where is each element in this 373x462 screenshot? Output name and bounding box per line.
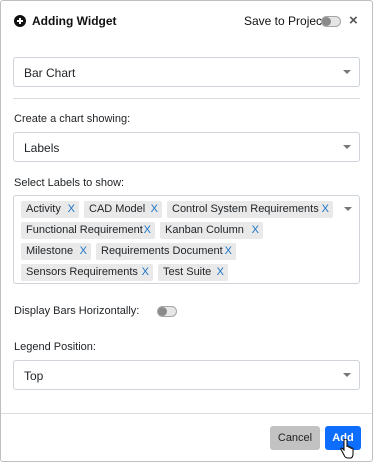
tag-label: Activity bbox=[26, 203, 61, 215]
select-labels-label: Select Labels to show: bbox=[14, 177, 125, 189]
tag-sensors-requirements: Sensors Requirements X bbox=[21, 264, 153, 281]
remove-tag-icon[interactable]: X bbox=[225, 243, 232, 260]
widget-type-value: Bar Chart bbox=[24, 66, 76, 80]
remove-tag-icon[interactable]: X bbox=[322, 201, 329, 218]
remove-tag-icon[interactable]: X bbox=[80, 243, 87, 260]
tag-label: Functional Requirement bbox=[26, 224, 143, 236]
chevron-down-icon[interactable] bbox=[344, 207, 352, 211]
dialog-title: Adding Widget bbox=[32, 14, 117, 28]
chevron-down-icon bbox=[343, 145, 351, 149]
tag-requirements-document: Requirements Document X bbox=[96, 243, 236, 260]
chevron-down-icon bbox=[343, 70, 351, 74]
divider bbox=[13, 98, 360, 99]
tag-label: CAD Model bbox=[89, 203, 146, 215]
tag-label: Milestone bbox=[26, 245, 74, 257]
widget-type-select[interactable]: Bar Chart bbox=[13, 57, 360, 87]
tag-test-suite: Test Suite X bbox=[158, 264, 228, 281]
remove-tag-icon[interactable]: X bbox=[142, 264, 149, 281]
tag-control-system-requirements: Control System Requirements X bbox=[167, 201, 333, 218]
plus-circle-icon bbox=[14, 15, 26, 27]
display-horizontal-label: Display Bars Horizontally: bbox=[14, 305, 140, 317]
cancel-button[interactable]: Cancel bbox=[270, 426, 320, 450]
save-to-project-toggle[interactable] bbox=[321, 16, 341, 27]
chevron-down-icon bbox=[343, 373, 351, 377]
tag-cad-model: CAD Model X bbox=[84, 201, 162, 218]
adding-widget-dialog: Adding Widget Save to Project × Bar Char… bbox=[0, 0, 373, 462]
tag-kanban-column: Kanban Column X bbox=[160, 222, 263, 239]
close-icon[interactable]: × bbox=[349, 13, 358, 28]
toggle-knob bbox=[322, 17, 331, 26]
tag-milestone: Milestone X bbox=[21, 243, 91, 260]
labels-multiselect[interactable]: Activity X CAD Model X Control System Re… bbox=[13, 195, 360, 284]
dialog-header: Adding Widget Save to Project × bbox=[1, 1, 372, 41]
remove-tag-icon[interactable]: X bbox=[144, 222, 151, 239]
legend-position-select[interactable]: Top bbox=[13, 360, 360, 390]
tag-label: Kanban Column bbox=[165, 224, 244, 236]
tag-label: Control System Requirements bbox=[172, 203, 319, 215]
tag-activity: Activity X bbox=[21, 201, 79, 218]
toggle-knob bbox=[158, 307, 167, 316]
chart-showing-select[interactable]: Labels bbox=[13, 132, 360, 162]
legend-position-label: Legend Position: bbox=[14, 341, 96, 353]
footer-divider bbox=[1, 413, 372, 414]
legend-position-value: Top bbox=[24, 369, 44, 383]
remove-tag-icon[interactable]: X bbox=[252, 222, 259, 239]
display-horizontal-toggle[interactable] bbox=[157, 306, 177, 317]
chart-showing-value: Labels bbox=[24, 141, 60, 155]
chart-showing-label: Create a chart showing: bbox=[14, 113, 131, 125]
tag-label: Sensors Requirements bbox=[26, 266, 138, 278]
remove-tag-icon[interactable]: X bbox=[217, 264, 224, 281]
remove-tag-icon[interactable]: X bbox=[151, 201, 158, 218]
hand-cursor-icon bbox=[340, 439, 354, 459]
remove-tag-icon[interactable]: X bbox=[68, 201, 75, 218]
tag-label: Requirements Document bbox=[101, 245, 223, 257]
tag-label: Test Suite bbox=[163, 266, 212, 278]
tag-functional-requirement: Functional Requirement X bbox=[21, 222, 155, 239]
save-to-project-label: Save to Project bbox=[244, 14, 326, 28]
